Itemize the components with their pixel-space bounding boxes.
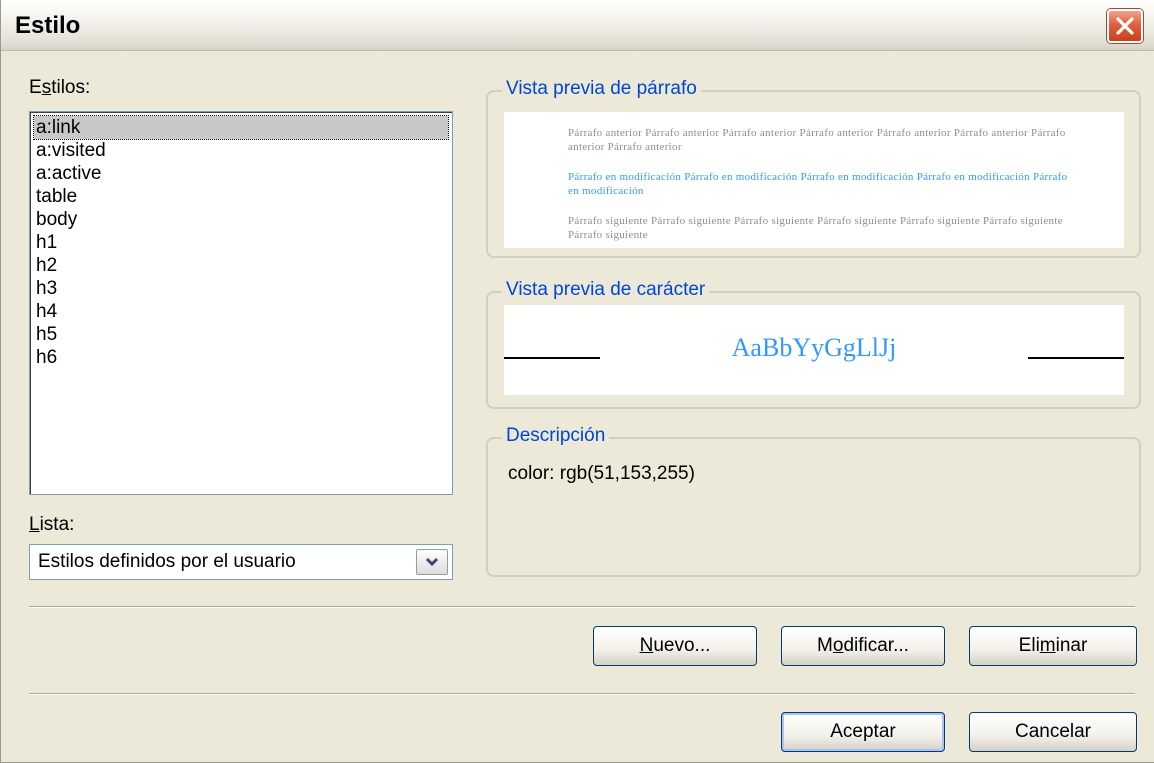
baseline-right bbox=[1028, 357, 1124, 359]
previous-paragraph-text: Párrafo anterior Párrafo anterior Párraf… bbox=[568, 127, 1066, 153]
title-bar[interactable]: Estilo bbox=[1, 0, 1154, 51]
close-button[interactable] bbox=[1107, 9, 1143, 43]
description-text: color: rgb(51,153,255) bbox=[508, 463, 695, 484]
following-paragraph-text: Párrafo siguiente Párrafo siguiente Párr… bbox=[568, 215, 1063, 241]
modify-button[interactable]: Modificar... bbox=[781, 626, 945, 666]
list-combo[interactable]: Estilos definidos por el usuario bbox=[29, 544, 453, 580]
new-button[interactable]: Nuevo... bbox=[593, 626, 757, 666]
character-preview-area: AaBbYyGgLlJj bbox=[504, 305, 1124, 395]
list-item[interactable]: h3 bbox=[34, 277, 448, 300]
chevron-down-icon bbox=[425, 557, 439, 567]
styles-label: Estilos: bbox=[29, 77, 91, 98]
description-group: Descripción color: rgb(51,153,255) bbox=[486, 425, 1141, 577]
list-label: Lista: bbox=[29, 514, 75, 535]
list-combo-value: Estilos definidos por el usuario bbox=[38, 551, 296, 572]
list-item[interactable]: h4 bbox=[34, 300, 448, 323]
list-item[interactable]: h2 bbox=[34, 254, 448, 277]
list-item[interactable]: h6 bbox=[34, 346, 448, 369]
description-legend: Descripción bbox=[502, 425, 610, 447]
list-item[interactable]: table bbox=[34, 185, 448, 208]
style-dialog: Estilo Estilos: a:link a:visited a:activ… bbox=[0, 0, 1154, 763]
paragraph-preview-group: Vista previa de párrafo Párrafo anterior… bbox=[486, 78, 1141, 258]
list-item[interactable]: a:visited bbox=[34, 139, 448, 162]
list-item[interactable]: h1 bbox=[34, 231, 448, 254]
modified-paragraph-text: Párrafo en modificación Párrafo en modif… bbox=[568, 171, 1068, 197]
styles-listbox[interactable]: a:link a:visited a:active table body h1 … bbox=[29, 111, 453, 495]
character-preview-group: Vista previa de carácter AaBbYyGgLlJj bbox=[486, 279, 1141, 409]
list-combo-dropdown-button[interactable] bbox=[416, 549, 448, 575]
list-item[interactable]: h5 bbox=[34, 323, 448, 346]
list-item[interactable]: a:link bbox=[33, 115, 449, 140]
separator bbox=[29, 606, 1135, 608]
close-icon bbox=[1116, 17, 1134, 35]
character-preview-legend: Vista previa de carácter bbox=[502, 279, 710, 301]
ok-button[interactable]: Aceptar bbox=[781, 712, 945, 752]
cancel-button[interactable]: Cancelar bbox=[969, 712, 1137, 752]
paragraph-preview-legend: Vista previa de párrafo bbox=[502, 78, 701, 100]
list-item[interactable]: body bbox=[34, 208, 448, 231]
separator bbox=[29, 693, 1135, 695]
paragraph-preview-area: Párrafo anterior Párrafo anterior Párraf… bbox=[504, 112, 1124, 248]
delete-button[interactable]: Eliminar bbox=[969, 626, 1137, 666]
window-title: Estilo bbox=[15, 12, 81, 39]
list-item[interactable]: a:active bbox=[34, 162, 448, 185]
